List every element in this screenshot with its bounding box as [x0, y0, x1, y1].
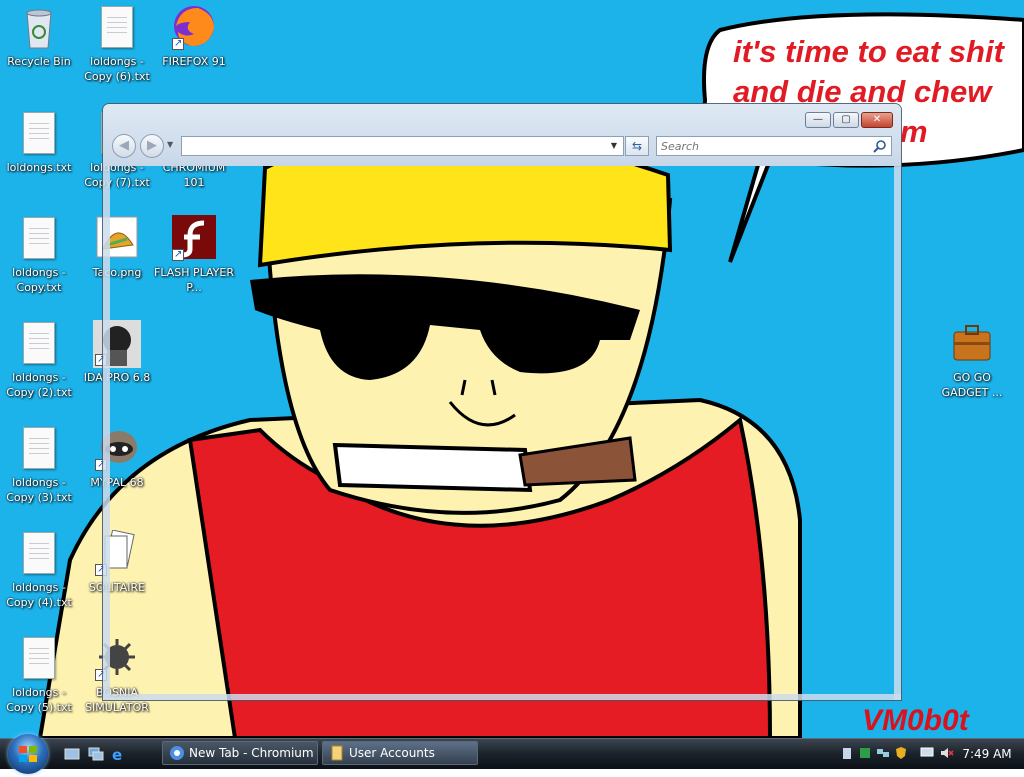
search-box[interactable]: [656, 136, 892, 156]
window-border-right: [894, 166, 901, 700]
windows-logo-icon: [19, 746, 37, 762]
taskbar: e New Tab - Chromium User Accounts 7:49 …: [0, 734, 1024, 774]
desktop-icon-label: Recycle Bin: [7, 55, 71, 68]
back-arrow-icon: ◀: [119, 138, 129, 153]
maximize-button[interactable]: ▢: [833, 112, 859, 128]
text-file-icon: [23, 112, 55, 154]
speech-line-1: it's time to eat shit: [733, 34, 1006, 69]
recent-pages-dropdown[interactable]: ▼: [167, 140, 173, 149]
text-file-icon: [23, 322, 55, 364]
desktop-icon-loldongs-copy-4[interactable]: loldongs - Copy (4).txt: [0, 530, 81, 610]
show-desktop-icon[interactable]: [64, 746, 80, 762]
address-bar[interactable]: ▼: [181, 136, 624, 156]
tray-volume-muted-icon[interactable]: [940, 746, 954, 760]
search-icon[interactable]: [873, 139, 887, 153]
desktop-icon-firefox[interactable]: FIREFOX 91: [152, 4, 236, 69]
close-icon: ✕: [872, 114, 882, 125]
search-input[interactable]: [661, 138, 861, 154]
desktop: it's time to eat shit and die and chew m…: [0, 0, 1024, 738]
desktop-icon-recycle-bin[interactable]: Recycle Bin: [0, 4, 81, 69]
desktop-icon-label: loldongs - Copy (2).txt: [6, 371, 72, 399]
shortcut-arrow-icon: [172, 36, 184, 51]
tray-monitor-icon[interactable]: [920, 746, 934, 760]
refresh-icon: ⇆: [631, 139, 643, 153]
maximize-icon: ▢: [841, 114, 851, 125]
desktop-icon-gadgets[interactable]: GO GO GADGET ...: [930, 320, 1014, 400]
window-border-left: [103, 166, 110, 700]
taskbar-button-user-accounts[interactable]: User Accounts: [322, 741, 478, 765]
close-button[interactable]: ✕: [861, 112, 893, 128]
back-button[interactable]: ◀: [112, 134, 136, 158]
switch-windows-icon[interactable]: [88, 746, 104, 762]
briefcase-icon: [953, 325, 991, 361]
taskbar-button-label: User Accounts: [349, 746, 435, 760]
user-accounts-window[interactable]: — ▢ ✕ ◀ ▶ ▼ ▼ ⇆: [102, 103, 902, 701]
window-border-bottom: [103, 694, 901, 700]
signature: VM0b0t: [862, 704, 971, 737]
desktop-icon-loldongs-copy-5[interactable]: loldongs - Copy (5).txt: [0, 635, 81, 715]
chromium-icon: [170, 746, 184, 760]
text-file-icon: [101, 6, 133, 48]
address-dropdown-icon[interactable]: ▼: [607, 138, 621, 154]
desktop-icon-label: loldongs - Copy (6).txt: [84, 55, 150, 83]
desktop-icon-label: loldongs - Copy.txt: [12, 266, 66, 294]
forward-button[interactable]: ▶: [140, 134, 164, 158]
desktop-icon-label: FIREFOX 91: [162, 55, 226, 68]
internet-explorer-icon[interactable]: e: [111, 746, 127, 762]
minimize-icon: —: [813, 114, 823, 125]
desktop-icon-label: GO GO GADGET ...: [941, 371, 1003, 399]
forward-arrow-icon: ▶: [147, 138, 157, 153]
desktop-icon-loldongs-copy[interactable]: loldongs - Copy.txt: [0, 215, 81, 295]
desktop-icon-label: loldongs - Copy (3).txt: [6, 476, 72, 504]
tray-network-icon[interactable]: [876, 746, 890, 760]
text-file-icon: [23, 532, 55, 574]
minimize-button[interactable]: —: [805, 112, 831, 128]
refresh-button[interactable]: ⇆: [625, 136, 649, 156]
speech-line-3: m: [900, 114, 928, 149]
desktop-icon-loldongs-copy-2[interactable]: loldongs - Copy (2).txt: [0, 320, 81, 400]
start-button[interactable]: [8, 734, 48, 774]
tray-app-icon[interactable]: [840, 746, 854, 760]
desktop-icon-loldongs-copy-3[interactable]: loldongs - Copy (3).txt: [0, 425, 81, 505]
recycle-bin-icon: [26, 9, 52, 49]
window-title-bar[interactable]: [103, 104, 901, 166]
desktop-icon-label: loldongs.txt: [6, 161, 72, 174]
taskbar-button-label: New Tab - Chromium: [189, 746, 314, 760]
text-file-icon: [23, 217, 55, 259]
desktop-icon-loldongs-copy-6[interactable]: loldongs - Copy (6).txt: [75, 4, 159, 84]
user-accounts-icon: [331, 745, 343, 761]
tray-shield-icon[interactable]: [858, 746, 872, 760]
desktop-icon-label: loldongs - Copy (5).txt: [6, 686, 72, 714]
text-file-icon: [23, 427, 55, 469]
text-file-icon: [23, 637, 55, 679]
taskbar-clock[interactable]: 7:49 AM: [962, 739, 1012, 769]
desktop-icon-loldongs[interactable]: loldongs.txt: [0, 110, 81, 175]
svg-text:e: e: [112, 746, 122, 762]
tray-security-icon[interactable]: [894, 746, 908, 760]
taskbar-button-chromium[interactable]: New Tab - Chromium: [162, 741, 318, 765]
desktop-icon-label: loldongs - Copy (4).txt: [6, 581, 72, 609]
